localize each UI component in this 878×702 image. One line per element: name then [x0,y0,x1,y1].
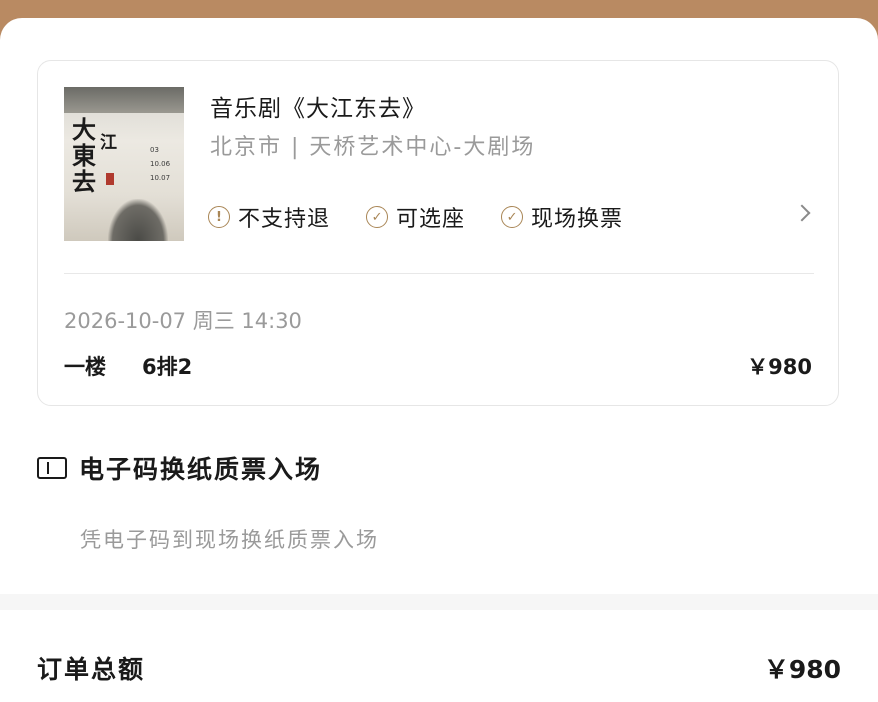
poster-calligraphy-main: 大東去 [72,115,96,196]
show-tags: ! 不支持退 ✓ 可选座 ✓ 现场换票 [208,201,623,233]
poster-seal [106,173,114,185]
ticket-price: ￥980 [747,355,812,379]
delivery-title: 电子码换纸质票入场 [79,455,323,484]
seat-info: 一楼 6排2 [64,351,192,381]
order-sheet: 大東去 江 03 10.06 10.07 音乐剧《大江东去》 北京市 | 天桥艺… [0,18,878,702]
show-datetime: 2026-10-07 周三 14:30 [64,309,302,333]
poster-mountain [64,87,184,113]
tag-label: 可选座 [396,207,466,232]
show-venue: 北京市 | 天桥艺术中心-大剧场 [210,135,536,160]
tag-label: 不支持退 [238,207,331,232]
ticket-icon [37,457,67,479]
tag-no-refund: ! 不支持退 [208,201,330,233]
delivery-method: 电子码换纸质票入场 [37,450,322,486]
chevron-right-icon[interactable] [793,204,811,222]
show-poster: 大東去 江 03 10.06 10.07 [64,87,184,241]
exclamation-circle-icon: ! [208,206,230,228]
order-total-value: ￥980 [763,655,841,684]
poster-date: 10.07 [150,174,171,182]
show-title: 音乐剧《大江东去》 [210,96,426,122]
check-circle-icon: ✓ [366,206,389,228]
section-separator [0,594,878,610]
tag-onsite-exchange: ✓ 现场换票 [501,201,623,233]
poster-rock [108,199,168,241]
seat-redaction [232,347,292,377]
seat-number: 6排2 [142,355,193,379]
poster-dates: 03 10.06 10.07 [150,143,174,185]
poster-calligraphy-side: 江 [100,133,117,153]
poster-date: 03 [150,146,159,154]
tag-label: 现场换票 [531,207,624,232]
card-divider [64,273,814,274]
poster-date: 10.06 [150,160,171,168]
order-total-label: 订单总额 [37,655,146,684]
seat-floor: 一楼 [64,355,106,379]
ticket-card[interactable]: 大東去 江 03 10.06 10.07 音乐剧《大江东去》 北京市 | 天桥艺… [37,60,839,406]
tag-seat-selection: ✓ 可选座 [366,201,465,233]
top-bar [0,0,878,20]
check-circle-icon: ✓ [501,206,524,228]
delivery-description: 凭电子码到现场换纸质票入场 [80,528,379,552]
